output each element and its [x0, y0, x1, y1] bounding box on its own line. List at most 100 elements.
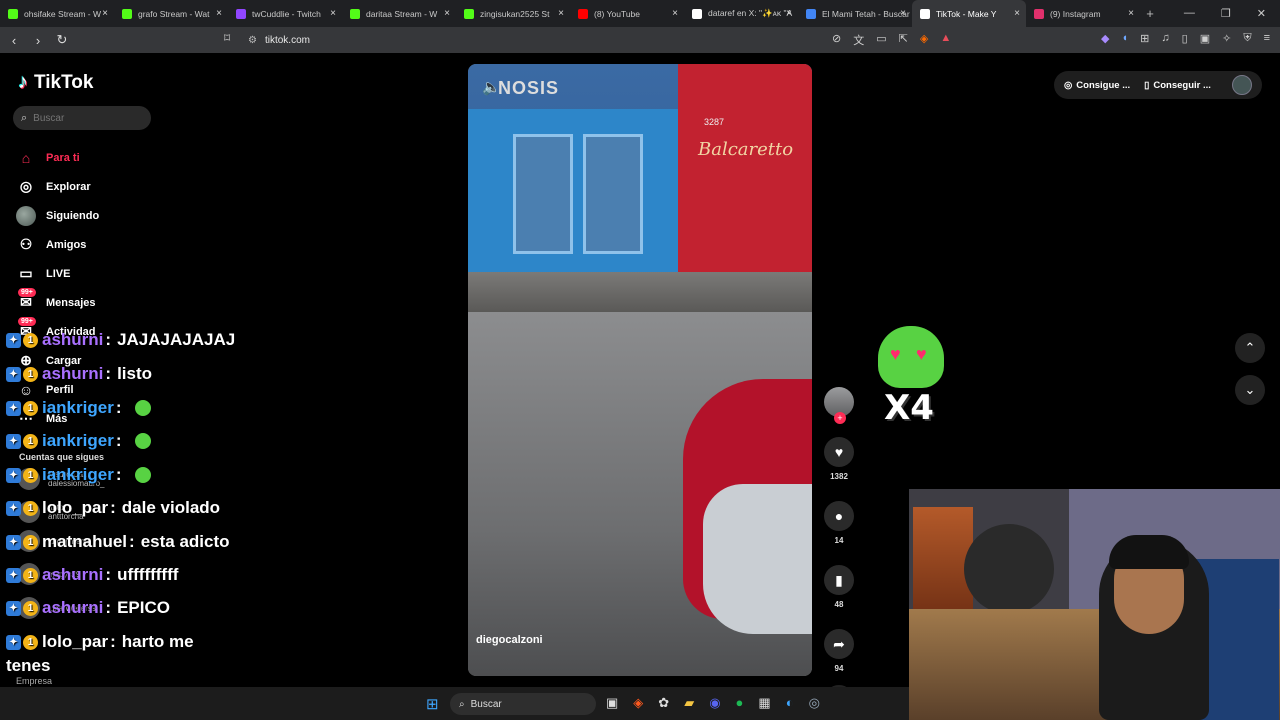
like-icon[interactable]: ♥: [824, 437, 854, 467]
search-box[interactable]: ⌕: [13, 106, 151, 130]
tab-close-icon[interactable]: ×: [444, 8, 450, 19]
tab-close-icon[interactable]: ×: [786, 8, 792, 19]
new-tab-button[interactable]: +: [1140, 6, 1160, 21]
footer-empresa[interactable]: Empresa: [16, 676, 52, 686]
following-account[interactable]: magys29: [18, 563, 80, 585]
site-info-icon[interactable]: ⚙: [248, 35, 257, 46]
audio-icon[interactable]: ◖: [1122, 32, 1129, 45]
browser-tab[interactable]: twCuddlie - Twitch ×: [228, 0, 342, 27]
reload-icon[interactable]: ↻: [52, 32, 72, 48]
comment-icon[interactable]: ●: [824, 501, 854, 531]
brave-shield-icon[interactable]: ◈: [920, 32, 928, 48]
youtube-icon: [578, 8, 588, 19]
volume-icon[interactable]: 🔈: [482, 78, 501, 96]
maximize-icon[interactable]: ❐: [1221, 7, 1231, 20]
browser-tab[interactable]: El Mami Tetah - Buscar ×: [798, 0, 912, 27]
following-account[interactable]: Madro Da... dalessiomauro_: [18, 468, 104, 490]
capcut-icon[interactable]: ▦: [758, 695, 770, 711]
discord-icon[interactable]: ◉: [709, 695, 720, 711]
video-player[interactable]: NOSIS Balcaretto 3287 🔈 diegocalzoni: [468, 64, 812, 676]
sidebar-item-label: Para ti: [46, 151, 80, 164]
following-names: Lina Weilerss: [48, 604, 96, 613]
browser-tab[interactable]: (9) Instagram ×: [1026, 0, 1140, 27]
bookmark-icon[interactable]: ⌑: [224, 31, 236, 45]
minimize-icon[interactable]: —: [1184, 7, 1195, 20]
file-explorer-icon[interactable]: ▰: [684, 695, 694, 711]
following-handle: magys29: [48, 569, 81, 579]
tab-close-icon[interactable]: ×: [216, 8, 222, 19]
sidebar-item-más[interactable]: ⋯ Más: [16, 404, 216, 433]
profile-icon: ☺: [18, 381, 34, 398]
browser-tab[interactable]: TikTok - Make Y ×: [912, 0, 1026, 27]
leo-icon[interactable]: ◆: [1101, 32, 1109, 45]
share-arrow-icon[interactable]: ➦: [824, 629, 854, 659]
browser-tab[interactable]: zingisukan2525 St ×: [456, 0, 570, 27]
sidebar-item-cargar[interactable]: ⊕ Cargar: [16, 346, 216, 375]
address-bar: ‹ › ↻ ⌑ ⚙ tiktok.com ⊘ 文 ▭ ⇱ ◈ ▲ ◆ ◖ ⊞ ♫…: [0, 27, 1280, 53]
sidebar-item-live[interactable]: ▭ LIVE: [16, 259, 216, 288]
extension-icon[interactable]: ⊞: [1140, 32, 1149, 45]
get-coins-button[interactable]: ◎ Consigue ...: [1064, 80, 1130, 91]
sidebar-item-actividad[interactable]: ✉ 99+ Actividad: [16, 317, 216, 346]
following-account[interactable]: anto antttorcha: [18, 501, 84, 523]
tab-close-icon[interactable]: ×: [102, 8, 108, 19]
sidebar-item-explorar[interactable]: ◎ Explorar: [16, 172, 216, 201]
taskbar-search[interactable]: ⌕ Buscar: [450, 693, 596, 715]
tab-close-icon[interactable]: ×: [558, 8, 564, 19]
browser-tab[interactable]: grafo Stream - Wat ×: [114, 0, 228, 27]
sidebar-item-para-ti[interactable]: ⌂ Para ti: [16, 143, 216, 172]
steam-icon[interactable]: ◎: [809, 695, 820, 711]
twitch-icon: [236, 8, 246, 19]
following-account[interactable]: Lina Weilerss: [18, 597, 96, 619]
profile-avatar[interactable]: [1232, 75, 1252, 95]
follow-plus-icon[interactable]: +: [834, 412, 846, 424]
chevron-up-icon[interactable]: ⌃: [1235, 333, 1265, 363]
tab-close-icon[interactable]: ×: [900, 8, 906, 19]
following-account[interactable]: lurdejimena: [18, 530, 89, 552]
wallet-icon[interactable]: ▣: [1200, 32, 1210, 45]
chevron-down-icon[interactable]: ⌄: [1235, 375, 1265, 405]
instagram-icon: [1034, 8, 1044, 19]
search-input[interactable]: [33, 112, 134, 124]
tab-close-icon[interactable]: ×: [672, 8, 678, 19]
brave-rewards-icon[interactable]: ▲: [940, 32, 951, 48]
spotify-icon[interactable]: ●: [736, 695, 744, 711]
creator-avatar[interactable]: +: [824, 387, 854, 424]
save-icon[interactable]: ▮: [824, 565, 854, 595]
browser-tab[interactable]: daritaa Stream - W ×: [342, 0, 456, 27]
reader-icon[interactable]: ⊘: [832, 32, 841, 48]
cast-icon[interactable]: ▭: [876, 32, 886, 48]
task-view-icon[interactable]: ▣: [606, 695, 618, 711]
vpn-icon[interactable]: ⛨: [1243, 32, 1251, 45]
video-username[interactable]: diegocalzoni: [476, 634, 543, 646]
avatar: [18, 501, 40, 523]
ccleaner-icon[interactable]: ◐: [786, 695, 794, 711]
tab-close-icon[interactable]: ×: [1014, 8, 1020, 19]
sidebar-icon[interactable]: ▯: [1182, 32, 1188, 45]
browser-tab[interactable]: ohsifake Stream - W ×: [0, 0, 114, 27]
ai-icon[interactable]: ✧: [1222, 32, 1231, 45]
chatgpt-icon[interactable]: ✿: [658, 695, 669, 711]
forward-icon[interactable]: ›: [28, 33, 48, 48]
sidebar-item-amigos[interactable]: ⚇ Amigos: [16, 230, 216, 259]
back-icon[interactable]: ‹: [4, 33, 24, 48]
browser-tab[interactable]: (8) YouTube ×: [570, 0, 684, 27]
following-names: anto antttorcha: [48, 503, 84, 521]
sidebar-item-mensajes[interactable]: ✉ 99+ Mensajes: [16, 288, 216, 317]
brave-icon[interactable]: ◈: [633, 695, 643, 711]
video-blue-shop: [468, 109, 678, 274]
menu-icon[interactable]: ≡: [1264, 32, 1270, 45]
sidebar-item-siguiendo[interactable]: Siguiendo: [16, 201, 216, 230]
translate-icon[interactable]: 文: [853, 32, 864, 48]
sidebar-item-perfil[interactable]: ☺ Perfil: [16, 375, 216, 404]
browser-tab[interactable]: dataref en X: "✨ᴀᴋ "A ×: [684, 0, 798, 27]
close-window-icon[interactable]: ✕: [1257, 7, 1266, 20]
get-app-button[interactable]: ▯ Conseguir ...: [1144, 80, 1211, 91]
tab-close-icon[interactable]: ×: [1128, 8, 1134, 19]
tab-close-icon[interactable]: ×: [330, 8, 336, 19]
windows-start-icon[interactable]: ⊞: [426, 695, 439, 713]
share-icon[interactable]: ⇱: [899, 32, 908, 48]
live-icon: ▭: [19, 265, 33, 281]
tiktok-logo[interactable]: ♪ TikTok: [18, 71, 93, 94]
media-icon[interactable]: ♫: [1161, 32, 1169, 45]
